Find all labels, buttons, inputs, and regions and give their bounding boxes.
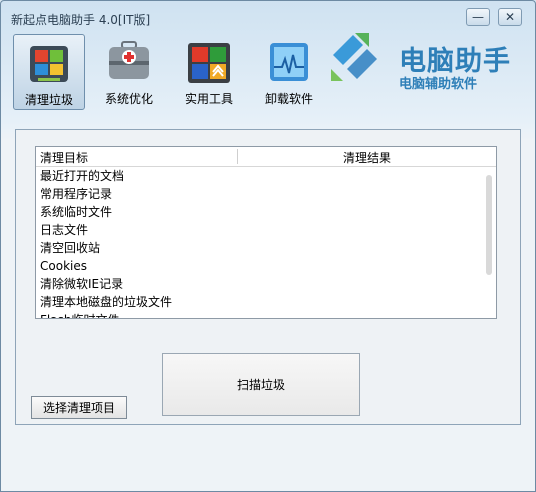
- brand-mark-icon: [331, 33, 377, 81]
- scan-junk-button[interactable]: 扫描垃圾: [162, 353, 360, 416]
- toolbox-icon: [106, 39, 152, 85]
- brand-logo: 电脑助手 电脑辅助软件: [323, 25, 529, 97]
- list-item[interactable]: 最近打开的文档: [36, 167, 486, 185]
- tab-clean-junk[interactable]: 清理垃圾: [13, 34, 85, 110]
- minimize-button[interactable]: —: [466, 8, 490, 26]
- tab-uninstall-software[interactable]: 卸载软件: [253, 34, 325, 110]
- list-item[interactable]: 常用程序记录: [36, 185, 486, 203]
- list-item[interactable]: 清空回收站: [36, 239, 486, 257]
- clean-panel: 清理目标 清理结果 最近打开的文档 常用程序记录 系统临时文件 日志文件 清空回…: [15, 129, 521, 425]
- tab-system-optimize-label: 系统优化: [104, 92, 153, 106]
- list-item[interactable]: 日志文件: [36, 221, 486, 239]
- column-header-result[interactable]: 清理结果: [238, 149, 496, 166]
- tab-clean-junk-label: 清理垃圾: [24, 93, 73, 107]
- list-item[interactable]: 系统临时文件: [36, 203, 486, 221]
- close-icon: ✕: [504, 10, 516, 24]
- list-item[interactable]: Cookies: [36, 257, 486, 275]
- tab-system-optimize[interactable]: 系统优化: [93, 34, 165, 110]
- tab-uninstall-software-label: 卸载软件: [264, 92, 313, 106]
- tiles-icon: [186, 39, 232, 85]
- list-rows: 最近打开的文档 常用程序记录 系统临时文件 日志文件 清空回收站 Cookies…: [36, 167, 486, 318]
- minimize-icon: —: [472, 10, 484, 24]
- monitor-icon: [266, 39, 312, 85]
- close-button[interactable]: ✕: [498, 8, 522, 26]
- window-title: 新起点电脑助手 4.0[IT版]: [11, 13, 151, 27]
- list-header: 清理目标 清理结果: [36, 147, 496, 167]
- tab-utilities[interactable]: 实用工具: [173, 34, 245, 110]
- brand-subtitle: 电脑辅助软件: [399, 77, 478, 92]
- list-scrollbar[interactable]: [486, 175, 492, 275]
- app-window: 新起点电脑助手 4.0[IT版] — ✕ 清理垃圾 系统优化 实用工具 卸载软件…: [0, 0, 536, 492]
- tab-utilities-label: 实用工具: [184, 92, 233, 106]
- column-header-target[interactable]: 清理目标: [40, 149, 88, 166]
- select-clean-items-button[interactable]: 选择清理项目: [31, 396, 127, 419]
- windows-flag-icon: [26, 40, 72, 86]
- main-toolbar: 清理垃圾 系统优化 实用工具 卸载软件: [9, 34, 319, 114]
- list-item[interactable]: 清理本地磁盘的垃圾文件: [36, 293, 486, 311]
- list-item[interactable]: 清除微软IE记录: [36, 275, 486, 293]
- list-item[interactable]: Flash临时文件: [36, 311, 486, 318]
- clean-target-list[interactable]: 清理目标 清理结果 最近打开的文档 常用程序记录 系统临时文件 日志文件 清空回…: [35, 146, 497, 319]
